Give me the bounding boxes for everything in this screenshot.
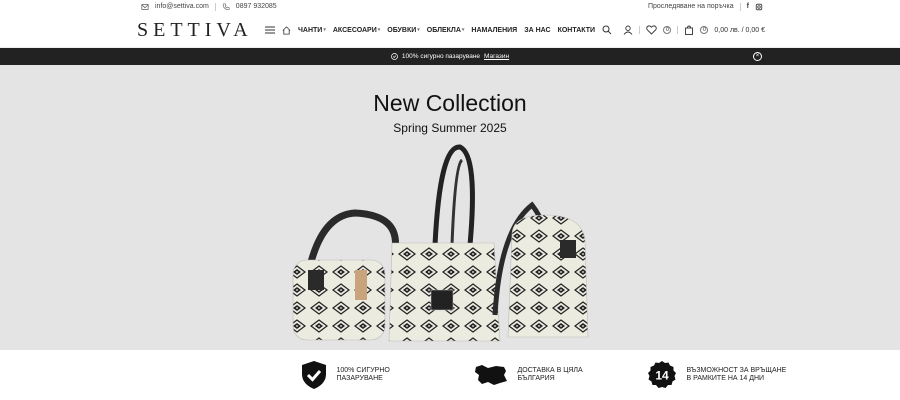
features-strip: 100% СИГУРНО ПАЗАРУВАНЕ ДОСТАВКА В ЦЯЛА БЪ…	[0, 350, 900, 400]
hero-subtitle: Spring Summer 2025	[393, 121, 507, 135]
nav-label: КОНТАКТИ	[557, 26, 596, 34]
cart-count-badge: 0	[700, 26, 709, 34]
nav-item-sale[interactable]: НАМАЛЕНИЯ	[471, 27, 517, 34]
mail-icon	[141, 3, 149, 10]
fourteen-days-icon: 14	[647, 361, 676, 388]
left-bag	[292, 259, 386, 341]
wishlist-count-badge: 0	[663, 26, 672, 34]
left-bag-tag	[308, 270, 324, 290]
track-order-link[interactable]: Проследяване на поръчка	[648, 3, 734, 10]
shop-link[interactable]: Магазин	[484, 53, 509, 60]
notice-text: 100% сигурно пазаруване	[401, 53, 481, 60]
email-link[interactable]: info@settiva.com	[155, 3, 209, 10]
hero-title: New Collection	[373, 90, 527, 116]
feature-line: ДОСТАВКА В ЦЯЛА	[517, 366, 583, 374]
nav-item-about[interactable]: ЗА НАС	[524, 27, 550, 34]
nav-label: ЧАНТИ	[298, 26, 323, 34]
divider	[739, 2, 741, 11]
feature-text: 100% СИГУРНО ПАЗАРУВАНЕ	[337, 367, 390, 384]
contact-info: info@settiva.com 0897 932085	[141, 2, 277, 11]
account-icon[interactable]	[623, 25, 633, 35]
phone-link[interactable]: 0897 932085	[236, 3, 277, 10]
feature-text: ВЪЗМОЖНОСТ ЗА ВРЪЩАНЕ В РАМКИТЕ НА 14 ДНИ	[687, 367, 787, 384]
top-bar: info@settiva.com 0897 932085 Проследяван…	[0, 0, 900, 13]
feature-text: ДОСТАВКА В ЦЯЛА БЪЛГАРИЯ	[518, 367, 583, 384]
fourteen-badge-text: 14	[655, 369, 669, 383]
feature-line: БЪЛГАРИЯ	[517, 375, 555, 382]
nav-item-bags[interactable]: ЧАНТИ ▾	[298, 27, 326, 34]
facebook-icon[interactable]: f	[747, 3, 749, 10]
divider	[214, 2, 216, 11]
feature-line: В РАМКИТЕ НА 14 ДНИ	[686, 375, 765, 382]
nav-label: ЗА НАС	[524, 26, 551, 34]
phone-icon	[222, 2, 230, 10]
tote-handle	[450, 158, 464, 246]
bulgaria-map-icon	[474, 365, 507, 385]
nav-label: ОБУВКИ	[387, 26, 417, 34]
backpack	[507, 214, 589, 338]
chevron-down-icon: ▾	[323, 27, 326, 33]
main-header: SETTIVA ЧАНТИ ▾ АКСЕСОАРИ ▾ ОБУВКИ ▾ ОБЛЕКЛ…	[0, 13, 900, 48]
main-nav: ЧАНТИ ▾ АКСЕСОАРИ ▾ ОБУВКИ ▾ ОБЛЕКЛА ▾ НАМАЛ…	[265, 25, 623, 35]
tote-tag	[430, 289, 454, 311]
nav-item-accessories[interactable]: АКСЕСОАРИ ▾	[333, 27, 380, 34]
chevron-down-icon: ▾	[461, 27, 465, 33]
nav-label: НАМАЛЕНИЯ	[471, 26, 518, 34]
shield-check-icon	[301, 361, 326, 389]
feature-returns: 14 ВЪЗМОЖНОСТ ЗА ВРЪЩАНЕ В РАМКИТЕ НА 14 …	[647, 360, 820, 390]
feature-line: ПАЗАРУВАНЕ	[336, 375, 383, 382]
feature-line: ВЪЗМОЖНОСТ ЗА ВРЪЩАНЕ	[686, 366, 787, 374]
nav-label: АКСЕСОАРИ	[332, 26, 377, 34]
hero-banner[interactable]: New Collection Spring Summer 2025	[0, 65, 900, 350]
chevron-down-icon: ▾	[417, 27, 420, 33]
divider	[639, 26, 641, 34]
notice-bar: 100% сигурно пазаруване Магазин ×	[0, 48, 900, 65]
left-bag-zip	[355, 270, 367, 300]
feature-line: 100% СИГУРНО	[336, 366, 390, 374]
check-circle-icon	[391, 53, 398, 60]
cart-total[interactable]: 0,00 лв. / 0,00 €	[714, 27, 765, 34]
cart-bag-icon[interactable]	[684, 25, 694, 35]
divider	[677, 26, 679, 34]
feature-delivery: ДОСТАВКА В ЦЯЛА БЪЛГАРИЯ	[474, 363, 647, 387]
backpack-tag	[560, 240, 576, 258]
menu-icon[interactable]	[265, 26, 275, 34]
header-actions: 0 0 0,00 лв. / 0,00 €	[623, 25, 765, 35]
site-logo[interactable]: SETTIVA	[137, 19, 257, 42]
home-icon[interactable]	[282, 25, 291, 35]
feature-secure: 100% СИГУРНО ПАЗАРУВАНЕ	[301, 360, 474, 390]
close-icon[interactable]: ×	[753, 52, 762, 61]
nav-label: ОБЛЕКЛА	[426, 26, 461, 34]
top-right: Проследяване на поръчка f	[648, 2, 763, 11]
instagram-icon[interactable]	[755, 3, 763, 11]
nav-item-contacts[interactable]: КОНТАКТИ	[558, 27, 595, 34]
heart-icon[interactable]	[646, 25, 658, 35]
search-icon[interactable]	[602, 25, 612, 35]
nav-item-shoes[interactable]: ОБУВКИ ▾	[387, 27, 420, 34]
nav-item-clothing[interactable]: ОБЛЕКЛА ▾	[427, 27, 465, 34]
chevron-down-icon: ▾	[377, 27, 381, 33]
